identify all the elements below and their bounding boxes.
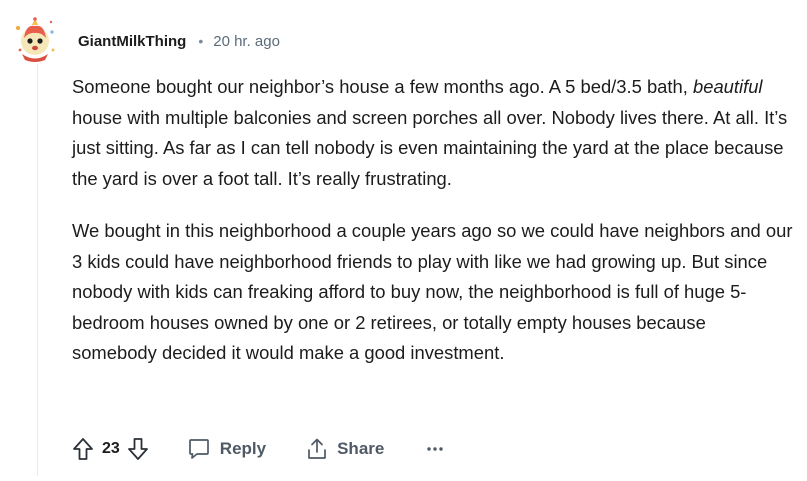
comment-paragraph-1: Someone bought our neighbor’s house a fe… (72, 72, 794, 194)
comment-header: GiantMilkThing • 20 hr. ago (78, 30, 280, 52)
reply-label: Reply (219, 439, 267, 458)
comment-actions: 23 Reply Share (72, 434, 444, 464)
more-icon (427, 447, 444, 451)
share-label: Share (337, 439, 385, 458)
timestamp[interactable]: 20 hr. ago (213, 33, 280, 50)
paragraph-1-text-end: house with multiple balconies and screen… (72, 106, 788, 189)
share-icon (308, 438, 326, 459)
downvote-icon (127, 438, 148, 460)
avatar-image (16, 17, 55, 62)
upvote-icon (73, 438, 93, 460)
more-options-button[interactable] (426, 445, 444, 453)
reply-icon (188, 439, 209, 459)
username[interactable]: GiantMilkThing (78, 33, 186, 50)
upvote-button[interactable] (72, 437, 94, 461)
share-button[interactable]: Share (306, 437, 384, 461)
comment-paragraph-2: We bought in this neighborhood a couple … (72, 220, 793, 363)
avatar[interactable] (12, 16, 58, 62)
downvote-button[interactable] (127, 437, 149, 461)
thread-line (37, 64, 38, 476)
paragraph-1-emphasis: beautiful (692, 76, 763, 97)
comment-body: Someone bought our neighbor’s house a fe… (72, 72, 794, 369)
paragraph-1-text-start: Someone bought our neighbor’s house a fe… (72, 76, 693, 97)
meta-separator: • (198, 33, 204, 49)
reply-button[interactable]: Reply (187, 437, 266, 461)
vote-count: 23 (102, 440, 120, 457)
